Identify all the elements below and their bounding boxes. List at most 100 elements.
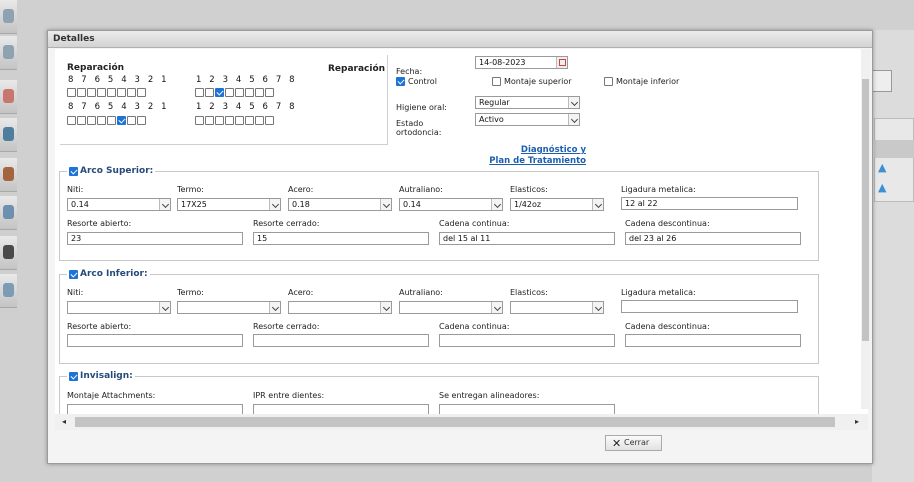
- arco-inferior-legend[interactable]: Arco Inferior:: [67, 269, 150, 279]
- tooth-checkbox[interactable]: [235, 88, 244, 97]
- tooth-checkbox[interactable]: [195, 88, 204, 97]
- upper-left-checkboxes: [67, 88, 146, 97]
- termo-select[interactable]: 17X25: [177, 198, 281, 211]
- autraliano-value: 0.14: [403, 200, 421, 209]
- tooth-checkbox[interactable]: [77, 88, 86, 97]
- resorte-cerrado-input[interactable]: 15: [253, 232, 429, 245]
- tooth-checkbox-checked[interactable]: [215, 88, 224, 97]
- estado-label-line1: Estado: [396, 119, 424, 128]
- tooth-checkbox[interactable]: [137, 116, 146, 125]
- autraliano-select[interactable]: 0.14: [399, 198, 503, 211]
- monitor-icon[interactable]: [0, 236, 17, 270]
- higiene-select[interactable]: Regular: [475, 96, 580, 109]
- tooth-checkbox[interactable]: [225, 88, 234, 97]
- close-icon: ✕: [612, 437, 622, 450]
- tooth-checkbox[interactable]: [195, 116, 204, 125]
- tooth-checkbox[interactable]: [137, 88, 146, 97]
- tooth-checkbox[interactable]: [87, 116, 96, 125]
- resorte-abierto-inf-input[interactable]: [67, 334, 243, 347]
- cadena-continua-inf-input[interactable]: [439, 334, 615, 347]
- vertical-scrollbar[interactable]: [861, 49, 870, 409]
- cerrar-button[interactable]: ✕ Cerrar: [605, 435, 662, 451]
- cadena-descontinua-inf-input[interactable]: [625, 334, 801, 347]
- acero-select[interactable]: 0.18: [288, 198, 392, 211]
- tooth-checkbox[interactable]: [245, 116, 254, 125]
- tooth-checkbox[interactable]: [127, 88, 136, 97]
- resorte-cerrado-inf-input[interactable]: [253, 334, 429, 347]
- tooth-checkbox[interactable]: [215, 116, 224, 125]
- scroll-left-icon[interactable]: ◂: [62, 417, 66, 426]
- control-checkbox[interactable]: [396, 77, 405, 86]
- chair-icon[interactable]: [0, 196, 17, 230]
- estado-label-line2: ortodoncia:: [396, 128, 442, 137]
- calendar-icon[interactable]: [556, 57, 567, 68]
- resorte-abierto-input[interactable]: 23: [67, 232, 243, 245]
- tooth-checkbox[interactable]: [265, 116, 274, 125]
- tooth-checkbox[interactable]: [117, 88, 126, 97]
- estado-select[interactable]: Activo: [475, 113, 580, 126]
- niti-value: 0.14: [71, 200, 89, 209]
- tooth-checkbox[interactable]: [107, 116, 116, 125]
- horizontal-scrollbar[interactable]: ◂ ▸: [55, 414, 868, 430]
- vertical-scroll-thumb[interactable]: [862, 79, 869, 341]
- arco-superior-title: Arco Superior:: [80, 166, 154, 176]
- resorte-cerrado-label: Resorte cerrado:: [253, 219, 320, 228]
- montaje-superior-option[interactable]: Montaje superior: [492, 77, 572, 86]
- warning-icon: ▲: [878, 181, 887, 194]
- tooth-checkbox[interactable]: [205, 88, 214, 97]
- invisalign-checkbox[interactable]: [69, 371, 78, 381]
- diagnostico-link-line2[interactable]: Plan de Tratamiento: [475, 156, 586, 166]
- tooth-checkbox[interactable]: [255, 116, 264, 125]
- invisalign-legend[interactable]: Invisalign:: [67, 371, 135, 381]
- elasticos-select[interactable]: 1/42oz: [510, 198, 604, 211]
- ligadura-inf-input[interactable]: [621, 300, 798, 313]
- reparacion-label-left: Reparación: [67, 63, 125, 73]
- autraliano-inf-select[interactable]: [399, 301, 503, 314]
- tooth-checkbox[interactable]: [127, 116, 136, 125]
- montaje-inferior-option[interactable]: Montaje inferior: [604, 77, 679, 86]
- scroll-right-icon[interactable]: ▸: [855, 417, 859, 426]
- camera-icon[interactable]: [0, 158, 17, 192]
- tooth-checkbox[interactable]: [97, 88, 106, 97]
- cadena-descontinua-label: Cadena descontinua:: [625, 219, 710, 228]
- right-background-panel: [872, 30, 914, 482]
- acero-label: Acero:: [288, 185, 314, 194]
- diagnostico-link-line1[interactable]: Diagnóstico y: [485, 145, 586, 155]
- control-option[interactable]: Control: [396, 77, 437, 86]
- tooth-checkbox[interactable]: [225, 116, 234, 125]
- arco-inferior-checkbox[interactable]: [69, 269, 78, 279]
- tooth-checkbox[interactable]: [107, 88, 116, 97]
- acero-inf-select[interactable]: [288, 301, 392, 314]
- termo-inf-select[interactable]: [177, 301, 281, 314]
- montaje-superior-checkbox[interactable]: [492, 77, 501, 86]
- tooth-scan-icon[interactable]: [0, 36, 17, 70]
- tooth-checkbox[interactable]: [235, 116, 244, 125]
- tooth-checkbox[interactable]: [265, 88, 274, 97]
- horizontal-scroll-thumb[interactable]: [75, 417, 835, 427]
- tooth-checkbox[interactable]: [245, 88, 254, 97]
- ligadura-input[interactable]: 12 al 22: [621, 197, 798, 210]
- cadena-continua-input[interactable]: del 15 al 11: [439, 232, 615, 245]
- scanner-icon[interactable]: [0, 274, 17, 308]
- tooth-checkbox[interactable]: [67, 116, 76, 125]
- arco-superior-checkbox[interactable]: [69, 166, 78, 176]
- reparacion-label-right: Reparación: [328, 64, 386, 74]
- elasticos-inf-select[interactable]: [510, 301, 604, 314]
- fecha-input[interactable]: 14-08-2023: [475, 56, 568, 69]
- tooth-checkbox[interactable]: [97, 116, 106, 125]
- niti-select[interactable]: 0.14: [67, 198, 171, 211]
- montaje-inferior-checkbox[interactable]: [604, 77, 613, 86]
- niti-inf-select[interactable]: [67, 301, 171, 314]
- cadena-descontinua-input[interactable]: del 23 al 26: [625, 232, 801, 245]
- higiene-label: Higiene oral:: [396, 103, 447, 112]
- tooth-checkbox[interactable]: [87, 88, 96, 97]
- tooth-checkbox[interactable]: [77, 116, 86, 125]
- tooth-checkbox-checked[interactable]: [117, 116, 126, 125]
- xray-icon[interactable]: [0, 118, 17, 152]
- tooth-tool-icon[interactable]: [0, 0, 17, 34]
- tooth-checkbox[interactable]: [67, 88, 76, 97]
- tooth-red-icon[interactable]: [0, 80, 17, 114]
- tooth-checkbox[interactable]: [255, 88, 264, 97]
- arco-superior-legend[interactable]: Arco Superior:: [67, 166, 156, 176]
- tooth-checkbox[interactable]: [205, 116, 214, 125]
